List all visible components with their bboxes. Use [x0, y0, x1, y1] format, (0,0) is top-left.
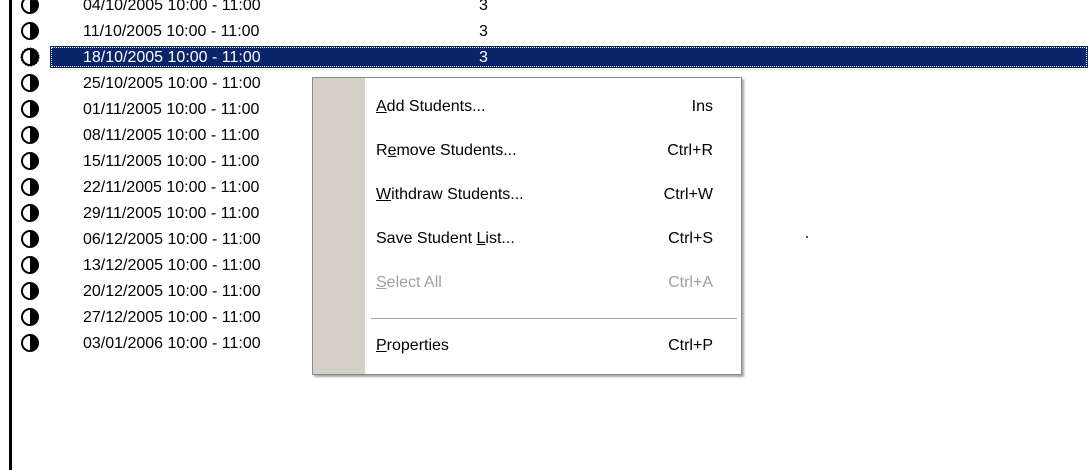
- context-menu: Add Students... Ins Remove Students... Ctrl…: [312, 77, 742, 375]
- menu-item-label: Save Student List...: [376, 230, 515, 247]
- half-circle-icon: [21, 334, 39, 352]
- menu-item-shortcut: Ctrl+A: [668, 274, 713, 291]
- session-student-count: 3: [479, 23, 488, 40]
- stray-pixel: [806, 236, 808, 238]
- half-circle-icon: [21, 22, 39, 40]
- session-date: 01/11/2005 10:00 - 11:00: [83, 101, 260, 118]
- menu-item-withdraw-students[interactable]: Withdraw Students... Ctrl+W: [365, 174, 741, 218]
- menu-item-shortcut: Ctrl+S: [668, 230, 713, 247]
- half-circle-icon: [21, 100, 39, 118]
- menu-item-label: Properties: [376, 337, 449, 354]
- session-date: 29/11/2005 10:00 - 11:00: [83, 205, 260, 222]
- menu-item-shortcut: Ctrl+R: [667, 142, 713, 159]
- session-row[interactable]: 18/10/2005 10:00 - 11:00 3: [0, 45, 1088, 71]
- menu-item-shortcut: Ins: [691, 98, 713, 115]
- menu-item-remove-students[interactable]: Remove Students... Ctrl+R: [365, 130, 741, 174]
- half-circle-icon: [21, 204, 39, 222]
- session-date: 04/10/2005 10:00 - 11:00: [83, 0, 261, 14]
- menu-item-label: Add Students...: [376, 98, 486, 115]
- half-circle-icon: [21, 256, 39, 274]
- menu-item-shortcut: Ctrl+W: [663, 186, 713, 203]
- half-circle-icon: [21, 230, 39, 248]
- menu-item-label: Remove Students...: [376, 142, 517, 159]
- session-date: 13/12/2005 10:00 - 11:00: [83, 257, 261, 274]
- half-circle-icon: [21, 282, 39, 300]
- menu-icon-gutter: [313, 78, 365, 374]
- session-student-count: 3: [479, 49, 488, 66]
- session-date: 18/10/2005 10:00 - 11:00: [83, 49, 261, 66]
- menu-item-select-all: Select All Ctrl+A: [365, 262, 741, 306]
- half-circle-icon: [21, 74, 39, 92]
- menu-item-properties[interactable]: Properties Ctrl+P: [365, 325, 741, 369]
- session-date: 15/11/2005 10:00 - 11:00: [83, 153, 260, 170]
- session-date: 06/12/2005 10:00 - 11:00: [83, 231, 261, 248]
- half-circle-icon: [20, 47, 40, 67]
- menu-item-label: Select All: [376, 274, 442, 291]
- menu-item-shortcut: Ctrl+P: [668, 337, 713, 354]
- session-date: 03/01/2006 10:00 - 11:00: [83, 335, 261, 352]
- half-circle-icon: [21, 126, 39, 144]
- session-date: 25/10/2005 10:00 - 11:00: [83, 75, 261, 92]
- half-circle-icon: [21, 0, 39, 14]
- menu-item-label: Withdraw Students...: [376, 186, 524, 203]
- half-circle-icon: [21, 152, 39, 170]
- menu-separator: [371, 318, 737, 320]
- session-date: 27/12/2005 10:00 - 11:00: [83, 309, 261, 326]
- half-circle-icon: [21, 178, 39, 196]
- menu-item-add-students[interactable]: Add Students... Ins: [365, 86, 741, 130]
- session-date: 08/11/2005 10:00 - 11:00: [83, 127, 260, 144]
- session-date: 22/11/2005 10:00 - 11:00: [83, 179, 260, 196]
- session-row[interactable]: 11/10/2005 10:00 - 11:00 3: [0, 19, 1088, 45]
- session-date: 11/10/2005 10:00 - 11:00: [83, 23, 260, 40]
- session-student-count: 3: [479, 0, 488, 14]
- session-date: 20/12/2005 10:00 - 11:00: [83, 283, 261, 300]
- session-row[interactable]: 04/10/2005 10:00 - 11:00 3: [0, 0, 1088, 19]
- half-circle-icon: [21, 308, 39, 326]
- menu-item-save-student-list[interactable]: Save Student List... Ctrl+S: [365, 218, 741, 262]
